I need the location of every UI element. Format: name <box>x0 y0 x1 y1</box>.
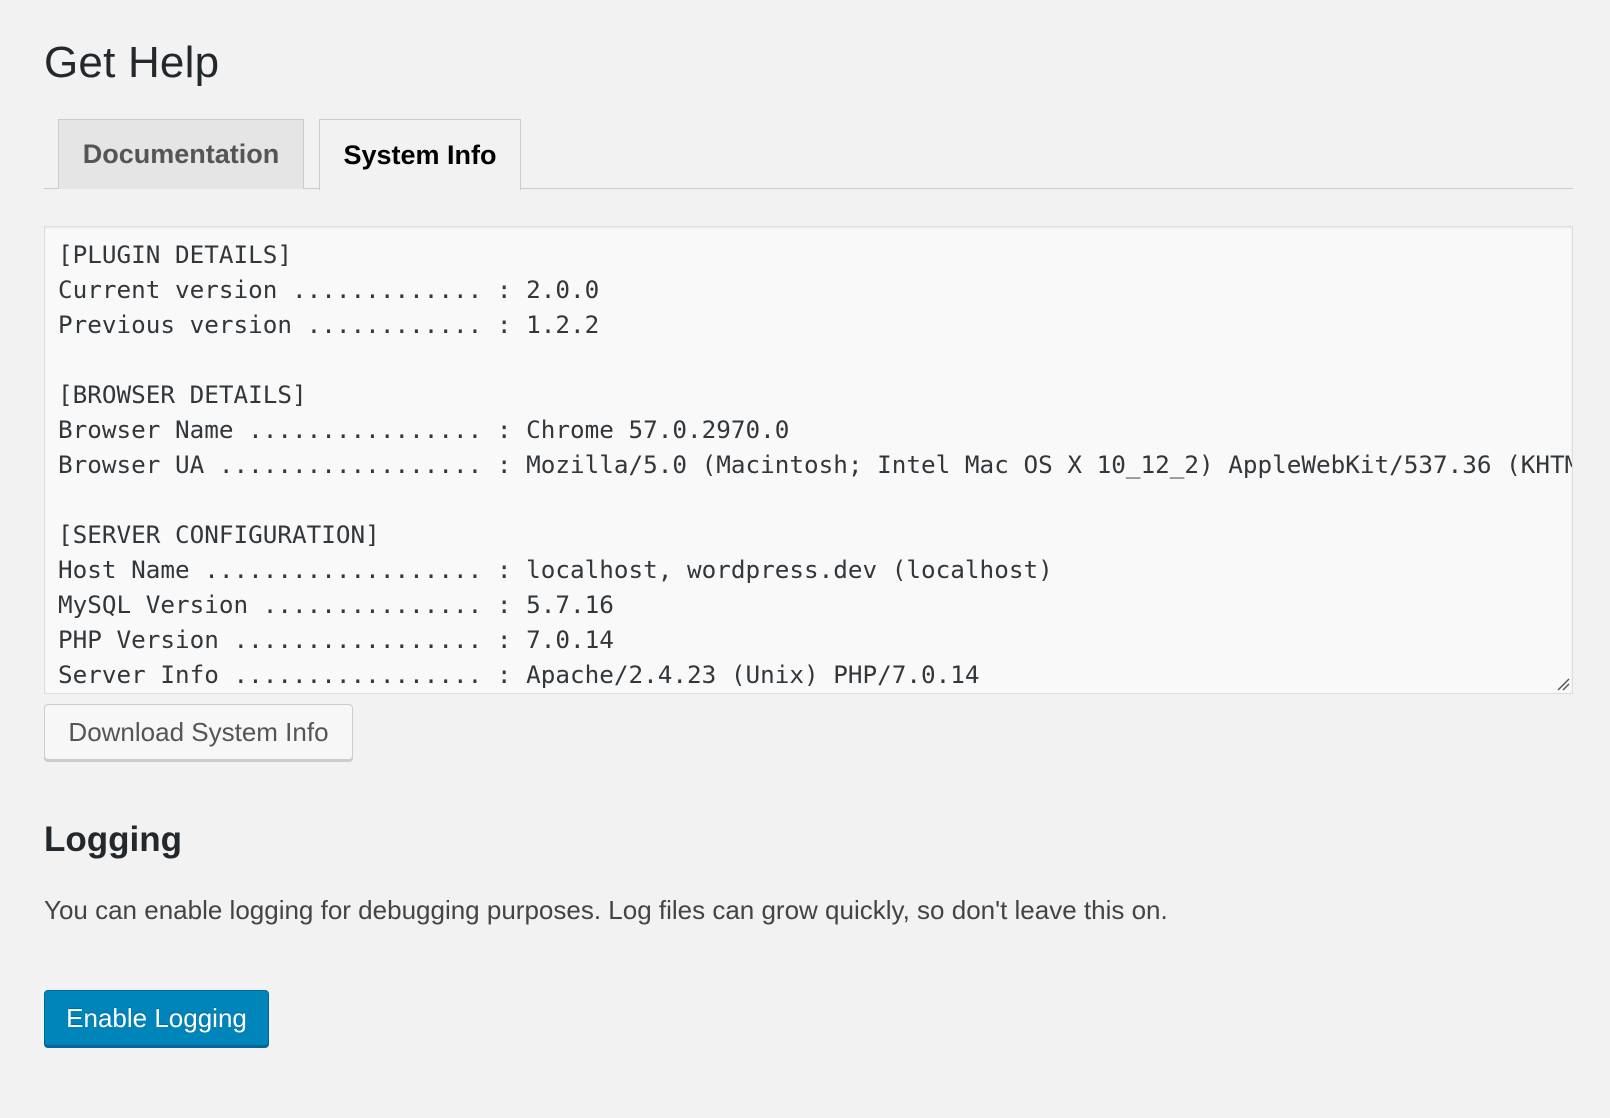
system-info-line: Current version ............. : 2.0.0 <box>58 275 600 304</box>
system-info-content: [PLUGIN DETAILS] Current version .......… <box>58 237 1572 692</box>
tab-documentation[interactable]: Documentation <box>58 119 304 189</box>
system-info-line: Browser Name ................ : Chrome 5… <box>58 415 790 444</box>
resize-handle-icon[interactable] <box>1556 677 1570 691</box>
system-info-line: [BROWSER DETAILS] <box>58 380 307 409</box>
tab-bar: Documentation System Info <box>44 119 1573 190</box>
tab-system-info-label: System Info <box>343 139 497 170</box>
system-info-textarea[interactable]: [PLUGIN DETAILS] Current version .......… <box>44 226 1573 694</box>
system-info-line: [PLUGIN DETAILS] <box>58 240 293 269</box>
system-info-line: PHP Version ................. : 7.0.14 <box>58 625 614 654</box>
system-info-line: Server Info ................. : Apache/2… <box>58 660 980 689</box>
system-info-line: [SERVER CONFIGURATION] <box>58 520 380 549</box>
tab-system-info[interactable]: System Info <box>319 119 521 190</box>
tab-documentation-label: Documentation <box>82 139 280 169</box>
logging-description: You can enable logging for debugging pur… <box>44 895 1168 925</box>
system-info-line: Host Name ................... : localhos… <box>58 555 1053 584</box>
get-help-page: Get Help Documentation System Info [PLUG… <box>0 0 1610 1118</box>
logging-heading: Logging <box>44 820 183 859</box>
page-title: Get Help <box>44 38 220 87</box>
system-info-line: MySQL Version ............... : 5.7.16 <box>58 590 614 619</box>
download-system-info-button[interactable]: Download System Info <box>44 704 353 760</box>
enable-logging-button[interactable]: Enable Logging <box>44 990 269 1046</box>
system-info-line: Browser UA .................. : Mozilla/… <box>58 450 1573 479</box>
system-info-line: Previous version ............ : 1.2.2 <box>58 310 600 339</box>
